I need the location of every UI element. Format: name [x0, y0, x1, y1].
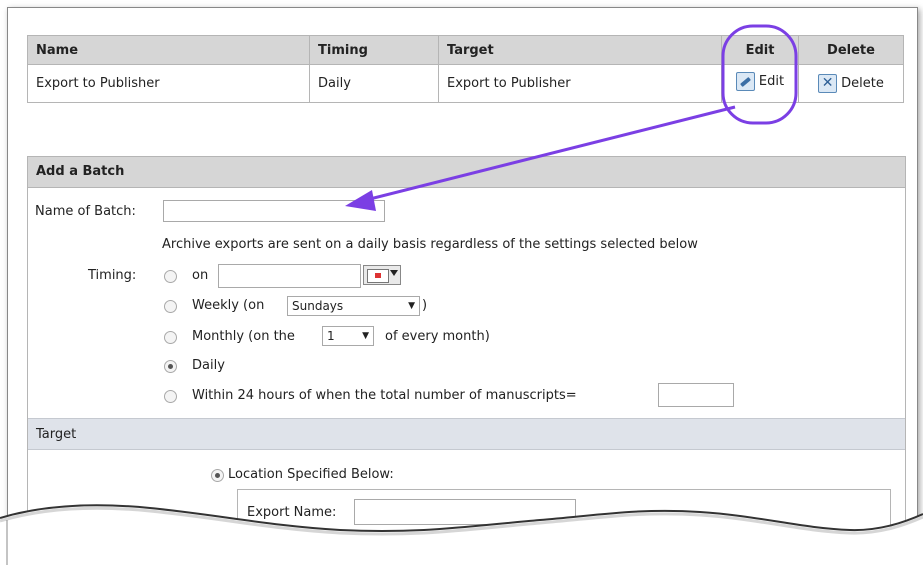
- weekly-day-value: Sundays: [292, 299, 344, 313]
- target-section-header: Target: [28, 418, 905, 450]
- row-timing-cell: Daily: [309, 64, 439, 103]
- row-target-cell: Export to Publisher: [438, 64, 722, 103]
- batch-table: Name Timing Target Edit Delete Export to…: [27, 35, 904, 103]
- col-delete-header: Delete: [798, 35, 904, 65]
- timing-radio-on[interactable]: [164, 270, 177, 283]
- monthly-label: Monthly (on the: [192, 329, 295, 344]
- calendar-icon: [367, 269, 389, 283]
- row-edit-cell: Edit: [721, 64, 799, 103]
- weekly-label: Weekly (on: [192, 298, 265, 313]
- chevron-down-icon: ▼: [362, 331, 369, 341]
- add-batch-title: Add a Batch: [28, 157, 905, 188]
- archive-note: Archive exports are sent on a daily basi…: [162, 237, 698, 252]
- close-x-icon: ✕: [818, 74, 838, 93]
- within-label: Within 24 hours of when the total number…: [192, 388, 577, 403]
- row-delete-cell: ✕ Delete: [798, 64, 904, 103]
- monthly-day-select[interactable]: 1 ▼: [322, 326, 374, 346]
- pencil-icon: [735, 72, 755, 91]
- row-name-cell: Export to Publisher: [27, 64, 310, 103]
- col-timing-header: Timing: [309, 35, 439, 65]
- timing-radio-within[interactable]: [164, 390, 177, 403]
- timing-radio-monthly[interactable]: [164, 331, 177, 344]
- timing-label: Timing:: [88, 268, 137, 283]
- timing-radio-daily[interactable]: [164, 360, 177, 373]
- manuscript-count-input[interactable]: [658, 383, 734, 407]
- timing-on-label: on: [192, 268, 209, 283]
- daily-label: Daily: [192, 358, 225, 373]
- table-row: Export to Publisher Daily Export to Publ…: [27, 64, 904, 103]
- monthly-suffix: of every month): [385, 329, 490, 344]
- col-edit-header: Edit: [721, 35, 799, 65]
- delete-button[interactable]: ✕ Delete: [818, 74, 884, 93]
- monthly-day-value: 1: [327, 329, 335, 343]
- table-header-row: Name Timing Target Edit Delete: [27, 35, 904, 65]
- torn-edge: [0, 504, 923, 565]
- weekly-day-select[interactable]: Sundays ▼: [287, 296, 420, 316]
- batch-name-label: Name of Batch:: [35, 204, 136, 219]
- edit-button[interactable]: Edit: [735, 72, 785, 91]
- date-input[interactable]: [218, 264, 361, 288]
- edit-button-label: Edit: [758, 74, 785, 89]
- dropdown-arrow-icon: [390, 270, 398, 276]
- timing-radio-weekly[interactable]: [164, 300, 177, 313]
- chevron-down-icon: ▼: [408, 301, 415, 311]
- col-name-header: Name: [27, 35, 310, 65]
- weekly-suffix: ): [422, 298, 428, 313]
- calendar-button[interactable]: [363, 265, 401, 285]
- batch-name-input[interactable]: [163, 200, 385, 222]
- col-target-header: Target: [438, 35, 722, 65]
- delete-button-label: Delete: [841, 76, 884, 91]
